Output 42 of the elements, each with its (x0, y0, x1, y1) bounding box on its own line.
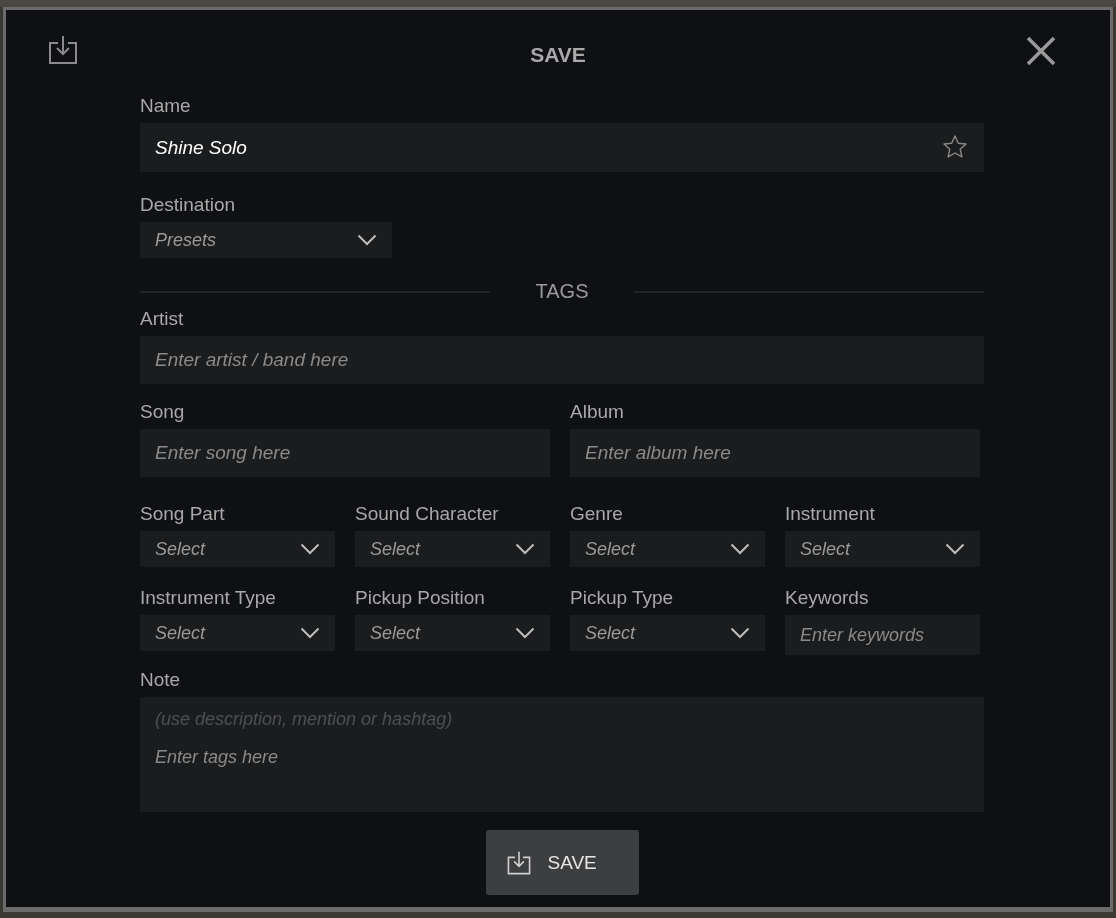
tag-dropdown[interactable]: Select (570, 615, 765, 651)
chevron-icon (730, 627, 750, 639)
chevron-icon (300, 543, 320, 555)
field-label: Keywords (785, 587, 870, 609)
chevron-icon (945, 543, 965, 555)
chevron-icon (730, 543, 750, 555)
save-button[interactable]: SAVE (485, 830, 639, 895)
artist-field[interactable]: Enter artist / band here (140, 336, 984, 384)
field-label: Album (570, 401, 625, 423)
field-label: Pickup Type (570, 587, 675, 609)
field-label: Instrument Type (140, 587, 277, 609)
close-icon[interactable] (1026, 36, 1056, 66)
field-label: Song Part (140, 503, 226, 525)
download-icon[interactable] (47, 34, 79, 66)
field-label: Pickup Position (355, 587, 486, 609)
field-label: Song (140, 401, 186, 423)
tag-dropdown[interactable]: Select (570, 531, 765, 567)
name-field[interactable]: Shine Solo (140, 123, 984, 172)
album-field[interactable]: Enter album here (570, 429, 980, 477)
destination-dropdown[interactable]: Presets (140, 222, 392, 258)
field-label: Note (140, 669, 182, 691)
tag-dropdown[interactable]: Select (140, 615, 335, 651)
field-label: Artist (140, 308, 185, 330)
tag-dropdown[interactable]: Select (140, 531, 335, 567)
field-label: Name (140, 95, 192, 117)
chevron-icon (300, 627, 320, 639)
chevron-icon (515, 627, 535, 639)
field-label: Instrument (785, 503, 876, 525)
tag-dropdown[interactable]: Select (355, 531, 550, 567)
dialog-title: SAVE (530, 43, 586, 67)
field-label: Genre (570, 503, 624, 525)
field-label: Sound Character (355, 503, 500, 525)
song-field[interactable]: Enter song here (140, 429, 550, 477)
tag-dropdown[interactable]: Select (785, 531, 980, 567)
chevron-icon (357, 234, 377, 246)
download-icon (505, 849, 532, 876)
star-icon[interactable] (942, 134, 968, 160)
chevron-icon (515, 543, 535, 555)
keywords-field[interactable]: Enter keywords (785, 615, 980, 655)
field-label: Destination (140, 194, 237, 216)
tag-dropdown[interactable]: Select (355, 615, 550, 651)
section-heading: TAGS (534, 280, 590, 303)
